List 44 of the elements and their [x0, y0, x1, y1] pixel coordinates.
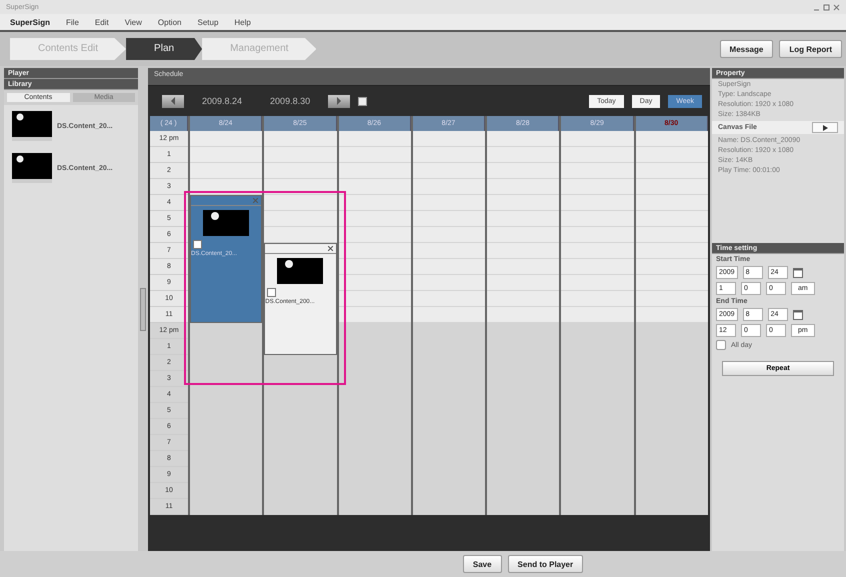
calendar-icon[interactable]: [792, 310, 803, 320]
close-icon[interactable]: [833, 4, 840, 10]
play-button[interactable]: [812, 122, 838, 133]
time-slot[interactable]: [338, 243, 411, 259]
menu-item[interactable]: File: [66, 18, 79, 26]
menu-item[interactable]: Setup: [197, 18, 218, 26]
footer-button[interactable]: Send to Player: [508, 555, 584, 573]
content-thumbnail: [277, 258, 324, 284]
menu-item[interactable]: Option: [158, 18, 182, 26]
menu-item[interactable]: SuperSign: [10, 18, 50, 26]
maximize-icon[interactable]: [823, 4, 830, 10]
previous-button[interactable]: [162, 94, 184, 108]
time-slot[interactable]: [338, 227, 411, 243]
toolbar-button[interactable]: Log Report: [779, 40, 842, 58]
mode-tab[interactable]: Plan: [126, 38, 202, 60]
end-date: 2009.8.30: [269, 96, 312, 106]
footer-button[interactable]: Save: [462, 555, 502, 573]
time-slot[interactable]: [338, 291, 411, 307]
calendar-icon[interactable]: [358, 96, 368, 106]
menu-item[interactable]: Help: [234, 18, 251, 26]
start-date: 2009.8.24: [201, 96, 244, 106]
splitter-handle[interactable]: [140, 288, 146, 331]
play-icon: [822, 124, 828, 130]
menu-item[interactable]: Edit: [94, 18, 109, 26]
calendar-icon[interactable]: [792, 268, 803, 278]
left-arrow-icon: [170, 97, 176, 105]
time-slot[interactable]: [338, 307, 411, 323]
time-slot[interactable]: [338, 195, 411, 211]
checkbox[interactable]: [716, 340, 726, 350]
time-slot[interactable]: [338, 211, 411, 227]
event-checkbox[interactable]: [267, 288, 276, 297]
menu-item[interactable]: View: [124, 18, 142, 26]
close-icon[interactable]: [328, 246, 333, 251]
time-slot[interactable]: [338, 259, 411, 275]
time-slot[interactable]: [338, 275, 411, 291]
time-slot[interactable]: [338, 323, 411, 339]
event-checkbox[interactable]: [193, 240, 202, 249]
content-thumbnail: [203, 210, 250, 236]
next-button[interactable]: [328, 94, 350, 108]
content-thumbnail[interactable]: [12, 153, 52, 183]
time-slot[interactable]: [338, 179, 411, 195]
content-thumbnail[interactable]: [12, 111, 52, 141]
toolbar-button[interactable]: Message: [720, 40, 774, 58]
right-arrow-icon: [336, 97, 342, 105]
